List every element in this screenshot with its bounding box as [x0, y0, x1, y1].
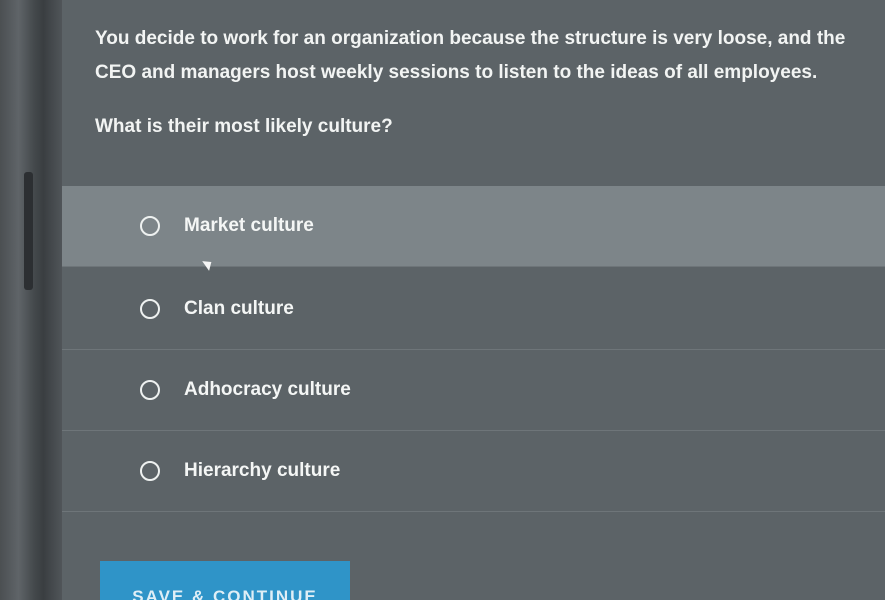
quiz-screen: You decide to work for an organization b…	[0, 0, 885, 600]
save-and-continue-button[interactable]: SAVE & CONTINUE	[100, 561, 350, 600]
radio-unchecked-icon[interactable]	[140, 380, 160, 400]
option-label: Market culture	[184, 215, 314, 236]
question-prompt: What is their most likely culture?	[95, 116, 393, 137]
monitor-bezel	[0, 0, 62, 600]
radio-unchecked-icon[interactable]	[140, 299, 160, 319]
option-label: Clan culture	[184, 298, 294, 319]
bezel-strip	[24, 172, 33, 290]
option-hierarchy-culture[interactable]: Hierarchy culture	[62, 431, 885, 512]
option-market-culture[interactable]: Market culture	[62, 186, 885, 267]
option-adhocracy-culture[interactable]: Adhocracy culture	[62, 350, 885, 431]
radio-unchecked-icon[interactable]	[140, 461, 160, 481]
option-label: Hierarchy culture	[184, 460, 341, 481]
option-label: Adhocracy culture	[184, 379, 351, 400]
question-text: You decide to work for an organization b…	[95, 28, 846, 83]
radio-unchecked-icon[interactable]	[140, 216, 160, 236]
option-clan-culture[interactable]: Clan culture	[62, 269, 885, 350]
